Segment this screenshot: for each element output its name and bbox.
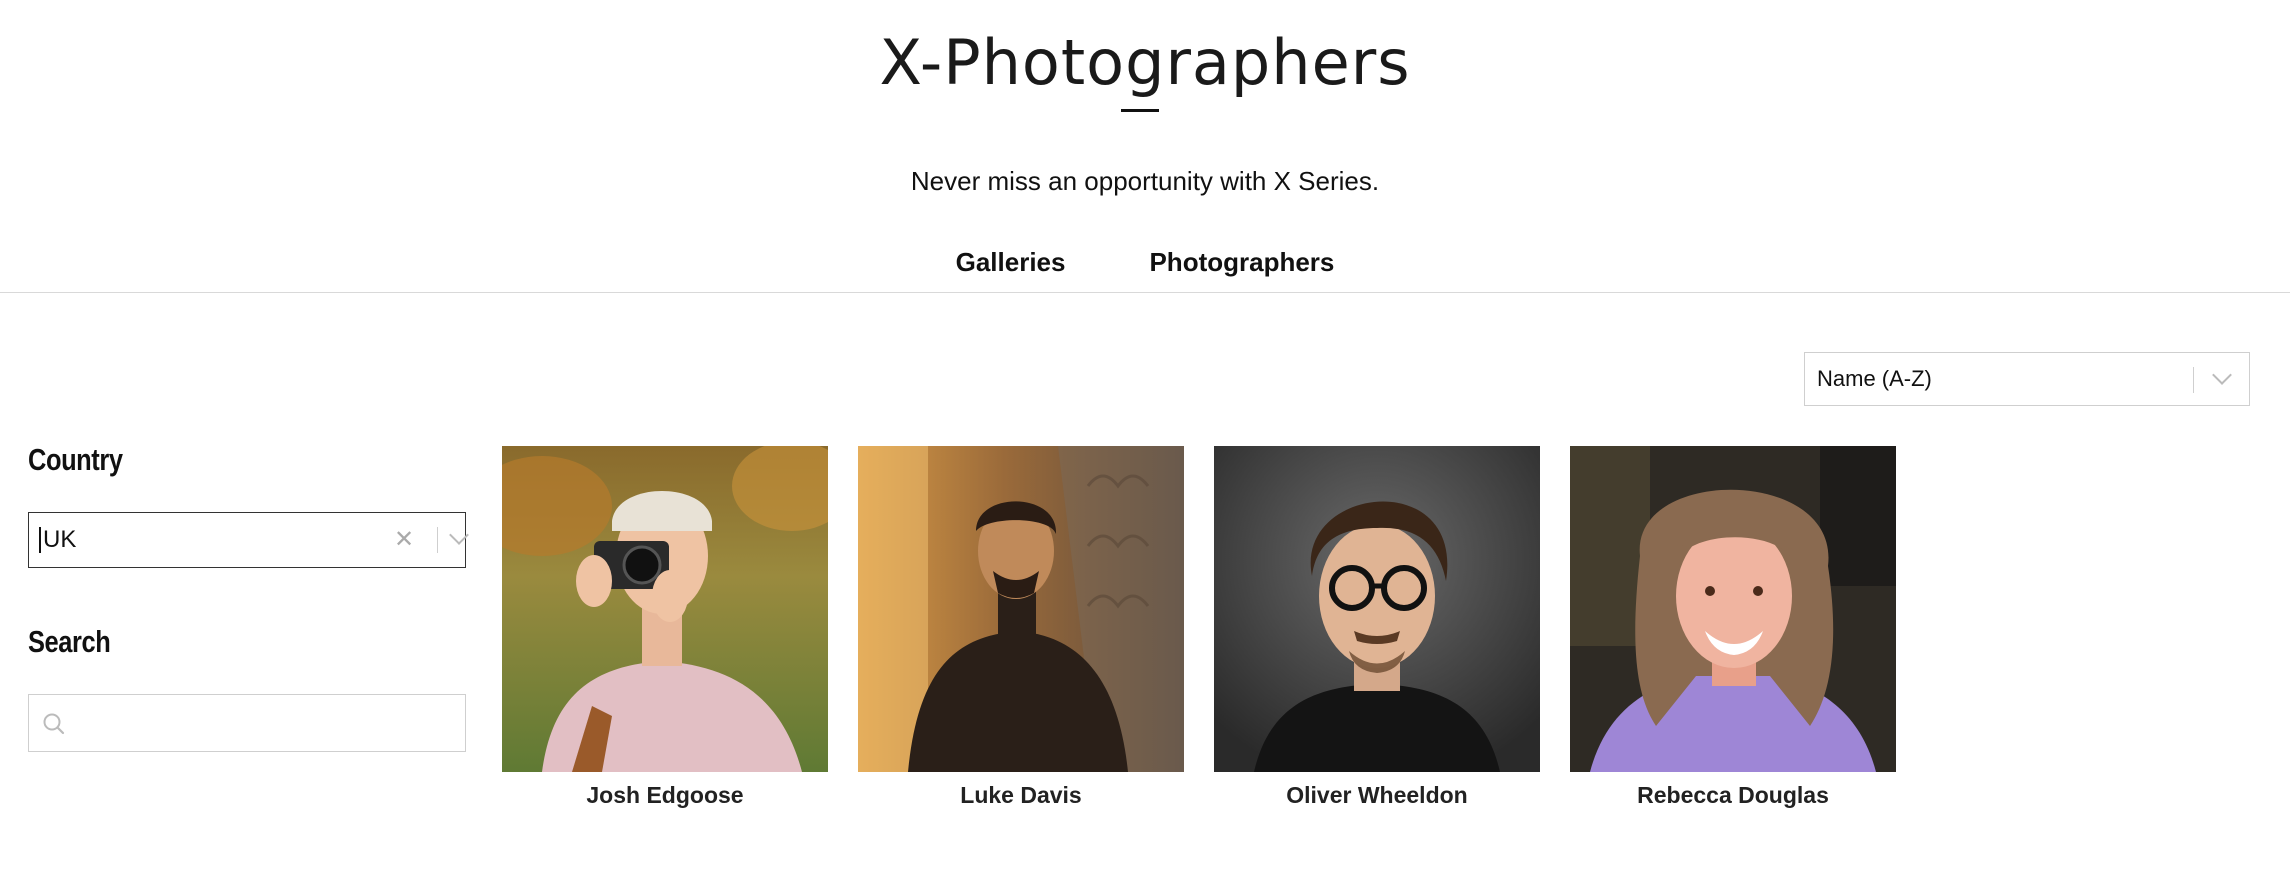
country-separator	[437, 527, 438, 553]
photographer-card[interactable]: Rebecca Douglas	[1570, 446, 1896, 809]
close-icon[interactable]: ✕	[391, 527, 417, 553]
photographer-photo[interactable]	[1214, 446, 1540, 772]
photographer-card[interactable]: Luke Davis	[858, 446, 1184, 809]
country-select[interactable]: UK ✕	[28, 512, 469, 568]
photographer-name[interactable]: Luke Davis	[858, 782, 1184, 809]
search-heading: Search	[28, 624, 111, 659]
photographer-name[interactable]: Oliver Wheeldon	[1214, 782, 1540, 809]
photographer-card[interactable]: Oliver Wheeldon	[1214, 446, 1540, 809]
chevron-down-icon[interactable]	[449, 525, 469, 545]
sort-separator	[2193, 367, 2194, 393]
photographer-photo[interactable]	[858, 446, 1184, 772]
photographer-name[interactable]: Rebecca Douglas	[1570, 782, 1896, 809]
main-nav: Galleries Photographers	[0, 244, 2290, 280]
photographer-name[interactable]: Josh Edgoose	[502, 782, 828, 809]
logo-underline	[1121, 109, 1159, 112]
tagline: Never miss an opportunity with X Series.	[910, 166, 1380, 196]
logo-wordmark: X-Photographers	[879, 26, 1411, 99]
photographer-card[interactable]: Josh Edgoose	[502, 446, 828, 809]
nav-photographers[interactable]: Photographers	[1149, 244, 1334, 280]
photographer-photo[interactable]	[502, 446, 828, 772]
photographer-photo[interactable]	[1570, 446, 1896, 772]
search-icon	[43, 713, 65, 735]
brand-logo[interactable]: X-Photographers	[0, 28, 2290, 98]
chevron-down-icon[interactable]	[2212, 365, 2232, 385]
nav-galleries[interactable]: Galleries	[956, 244, 1066, 280]
nav-divider	[0, 292, 2290, 293]
country-value[interactable]: UK	[39, 527, 76, 553]
sort-select[interactable]: Name (A-Z)	[1804, 352, 2250, 406]
search-box[interactable]	[28, 694, 466, 753]
search-input[interactable]	[75, 695, 459, 753]
sort-selected-value: Name (A-Z)	[1817, 366, 1932, 391]
country-heading: Country	[28, 442, 123, 477]
photographer-grid: Josh Edgoose Luke Davis Oliver Wheeldon …	[502, 446, 1896, 809]
